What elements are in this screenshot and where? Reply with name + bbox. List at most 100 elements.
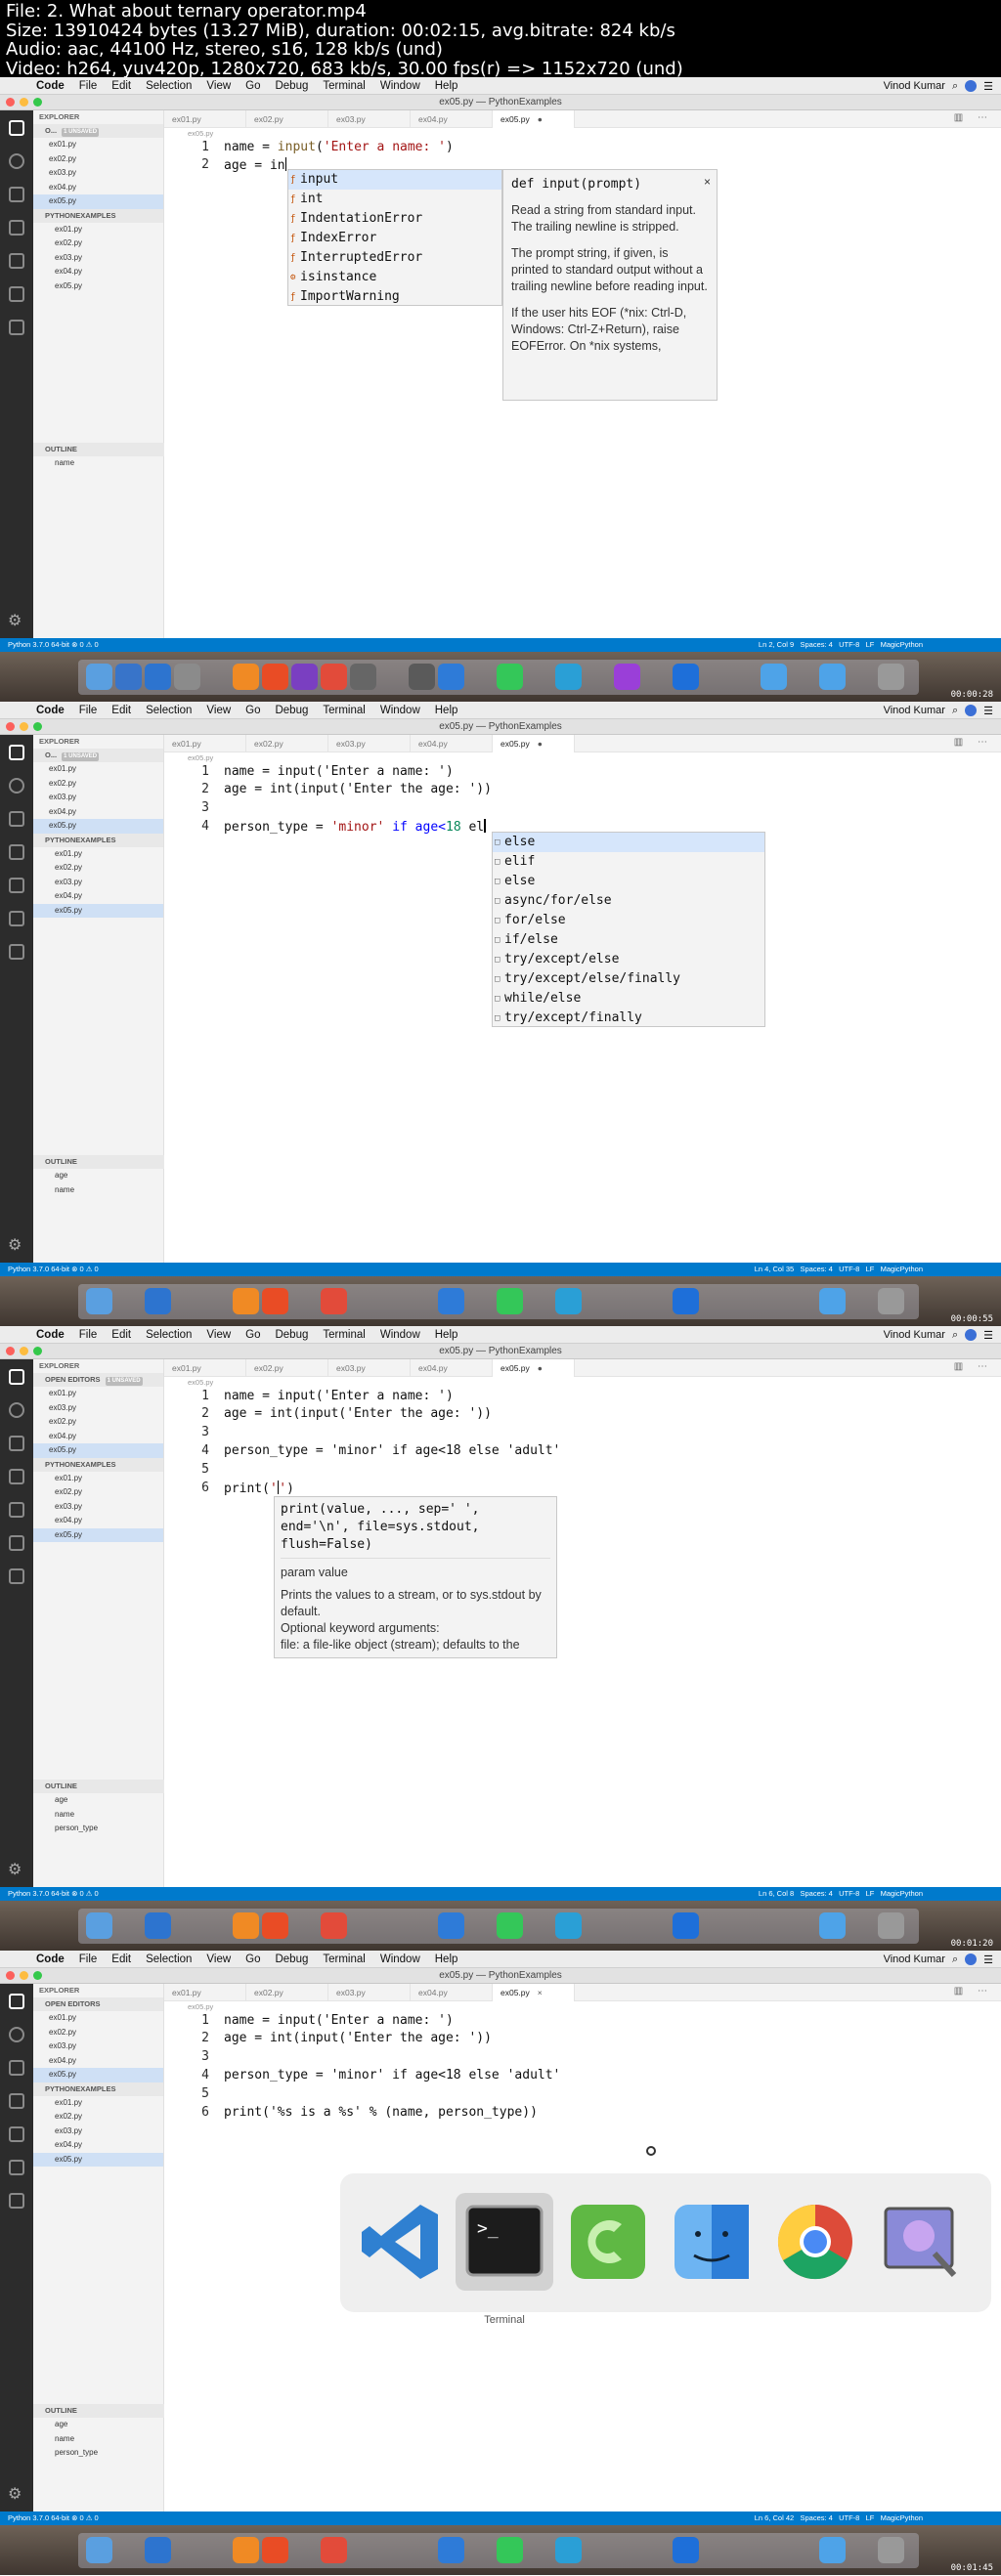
minimize-window-icon[interactable] — [20, 1971, 28, 1980]
search-icon[interactable] — [9, 778, 24, 794]
tab-ex02[interactable]: ex02.py — [246, 110, 328, 128]
error-count[interactable]: 0 — [79, 1889, 83, 1898]
search-icon[interactable]: ⌕ — [952, 80, 958, 93]
dock-app-icon[interactable] — [291, 664, 318, 690]
switcher-vscode[interactable] — [352, 2193, 450, 2291]
dock-folder-icon[interactable] — [819, 664, 846, 690]
files-icon[interactable] — [9, 1369, 24, 1385]
siri-icon[interactable] — [965, 80, 978, 92]
close-window-icon[interactable] — [6, 1347, 15, 1355]
docker-icon[interactable] — [9, 286, 24, 302]
terminal-icon[interactable] — [9, 2193, 24, 2209]
menu-debug[interactable]: Debug — [275, 80, 308, 92]
menu-go[interactable]: Go — [245, 1953, 260, 1965]
dock-chrome-icon[interactable] — [321, 1912, 347, 1939]
indentation[interactable]: Spaces: 4 — [800, 640, 832, 649]
tab-ex05[interactable]: ex05.py × — [493, 1984, 575, 2001]
dock-brave-icon[interactable] — [262, 1912, 288, 1939]
indentation[interactable]: Spaces: 4 — [800, 1889, 832, 1898]
error-count[interactable]: 0 — [79, 1265, 83, 1273]
switcher-terminal[interactable]: >_ Terminal — [456, 2193, 553, 2326]
extensions-icon[interactable] — [9, 2126, 24, 2142]
warning-count[interactable]: 0 — [95, 2513, 99, 2522]
suggest-item[interactable]: □ try/except/else/finally — [493, 969, 764, 989]
open-editor-item[interactable]: ex04.py — [33, 1430, 163, 1444]
docker-icon[interactable] — [9, 2160, 24, 2175]
docker-icon[interactable] — [9, 911, 24, 926]
dock-app-icon[interactable] — [438, 664, 464, 690]
menu-app[interactable]: Code — [36, 1329, 65, 1341]
menu-edit[interactable]: Edit — [111, 1329, 131, 1341]
dock-skype-icon[interactable] — [673, 664, 699, 690]
file-item[interactable]: ex05.py — [33, 1527, 163, 1542]
menu-help[interactable]: Help — [435, 1953, 458, 1965]
menu-selection[interactable]: Selection — [146, 705, 192, 716]
dock-sublime-icon[interactable] — [233, 664, 259, 690]
dock-app-icon[interactable] — [145, 1912, 171, 1939]
open-editor-item[interactable]: ex05.py — [33, 194, 163, 209]
open-editor-item[interactable]: ex01.py — [33, 762, 163, 777]
tab-ex04[interactable]: ex04.py — [411, 735, 493, 752]
open-editor-item[interactable]: ex03.py — [33, 166, 163, 181]
search-icon[interactable]: ⌕ — [952, 1329, 958, 1342]
dock-whatsapp-icon[interactable] — [497, 1912, 523, 1939]
open-editors-section[interactable]: O... 1 UNSAVED — [33, 124, 163, 138]
open-editor-item[interactable]: ex01.py — [33, 2011, 163, 2026]
outline-section[interactable]: OUTLINE — [33, 1780, 164, 1793]
menu-selection[interactable]: Selection — [146, 1953, 192, 1965]
suggest-item[interactable]: ƒ IndentationError — [288, 209, 501, 229]
dock-telegram-icon[interactable] — [555, 1912, 582, 1939]
menu-edit[interactable]: Edit — [111, 705, 131, 716]
menu-debug[interactable]: Debug — [275, 1329, 308, 1341]
open-editors-section[interactable]: O... 1 UNSAVED — [33, 749, 163, 762]
files-icon[interactable] — [9, 120, 24, 136]
extensions-icon[interactable] — [9, 1502, 24, 1518]
encoding[interactable]: UTF-8 — [839, 1265, 859, 1273]
code-line-1[interactable]: name = input('Enter a name: ') — [224, 1389, 454, 1403]
minimize-window-icon[interactable] — [20, 1347, 28, 1355]
open-editor-item[interactable]: ex05.py — [33, 1443, 163, 1458]
maximize-window-icon[interactable] — [33, 1971, 42, 1980]
search-icon[interactable] — [9, 1402, 24, 1418]
suggest-item[interactable]: □ else — [493, 833, 764, 852]
gear-icon[interactable]: ⚙ — [8, 1860, 22, 1879]
menu-view[interactable]: View — [206, 80, 231, 92]
menu-file[interactable]: File — [79, 1329, 98, 1341]
menu-file[interactable]: File — [79, 705, 98, 716]
docker-icon[interactable] — [9, 1535, 24, 1551]
menu-help[interactable]: Help — [435, 1329, 458, 1341]
dock-app-icon[interactable] — [409, 664, 435, 690]
dock-whatsapp-icon[interactable] — [497, 664, 523, 690]
tab-ex04[interactable]: ex04.py — [411, 1359, 493, 1377]
encoding[interactable]: UTF-8 — [839, 2513, 859, 2522]
dock-app-icon[interactable] — [145, 1288, 171, 1314]
python-interpreter[interactable]: Python 3.7.0 64-bit — [8, 1889, 69, 1898]
open-editor-item[interactable]: ex02.py — [33, 152, 163, 167]
tab-ex04[interactable]: ex04.py — [411, 110, 493, 128]
file-item[interactable]: ex04.py — [33, 889, 163, 904]
dock-trash-icon[interactable] — [878, 1288, 904, 1314]
gear-icon[interactable]: ⚙ — [8, 611, 22, 630]
dock-finder-icon[interactable] — [86, 1912, 112, 1939]
menu-window[interactable]: Window — [380, 705, 420, 716]
warning-count[interactable]: 0 — [95, 1889, 99, 1898]
dock-brave-icon[interactable] — [262, 1288, 288, 1314]
outline-item[interactable]: name — [33, 1183, 164, 1198]
menu-edit[interactable]: Edit — [111, 1953, 131, 1965]
open-editor-item[interactable]: ex01.py — [33, 1387, 163, 1401]
eol[interactable]: LF — [866, 1265, 875, 1273]
dock-app-icon[interactable] — [438, 2537, 464, 2563]
suggest-item[interactable]: □ if/else — [493, 930, 764, 950]
file-item[interactable]: ex01.py — [33, 2096, 163, 2111]
code-line-2[interactable]: age = in — [224, 157, 287, 173]
file-item[interactable]: ex03.py — [33, 2125, 163, 2139]
close-icon[interactable]: × — [704, 174, 711, 191]
switcher-preview[interactable] — [870, 2193, 968, 2291]
terminal-icon[interactable] — [9, 944, 24, 960]
dock-app-icon[interactable] — [174, 664, 200, 690]
suggest-item[interactable]: ⚙ isinstance — [288, 268, 501, 287]
extensions-icon[interactable] — [9, 878, 24, 893]
user-name[interactable]: Vinod Kumar — [884, 705, 945, 716]
dock-finder-icon[interactable] — [86, 2537, 112, 2563]
outline-item[interactable]: name — [33, 456, 164, 471]
